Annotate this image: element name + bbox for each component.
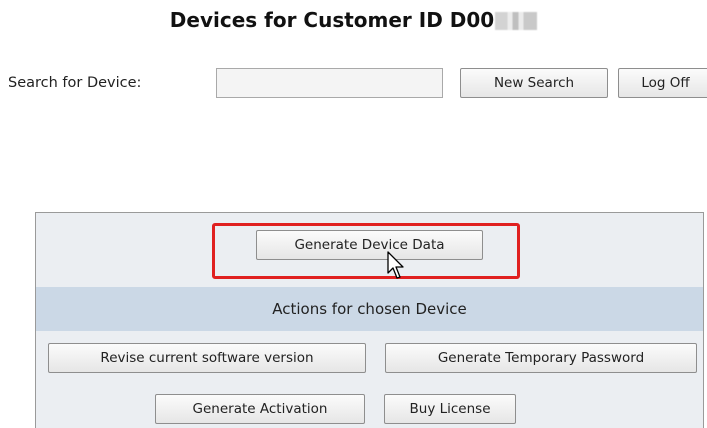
revise-software-button[interactable]: Revise current software version — [48, 343, 366, 373]
log-off-button[interactable]: Log Off — [618, 68, 707, 98]
new-search-button[interactable]: New Search — [460, 68, 608, 98]
page-title: Devices for Customer ID D00 — [0, 8, 707, 32]
search-label: Search for Device: — [8, 75, 142, 91]
redacted-customer-id — [495, 12, 538, 30]
generate-device-data-button[interactable]: Generate Device Data — [256, 230, 483, 260]
buy-license-button[interactable]: Buy License — [384, 394, 516, 424]
generate-temp-password-button[interactable]: Generate Temporary Password — [385, 343, 697, 373]
page-title-text: Devices for Customer ID D00 — [169, 8, 495, 32]
page: Devices for Customer ID D00 Search for D… — [0, 0, 707, 428]
device-actions-panel: Generate Device Data Actions for chosen … — [35, 212, 704, 428]
actions-section-header: Actions for chosen Device — [36, 287, 703, 331]
generate-activation-button[interactable]: Generate Activation — [155, 394, 365, 424]
search-input[interactable] — [216, 68, 443, 98]
